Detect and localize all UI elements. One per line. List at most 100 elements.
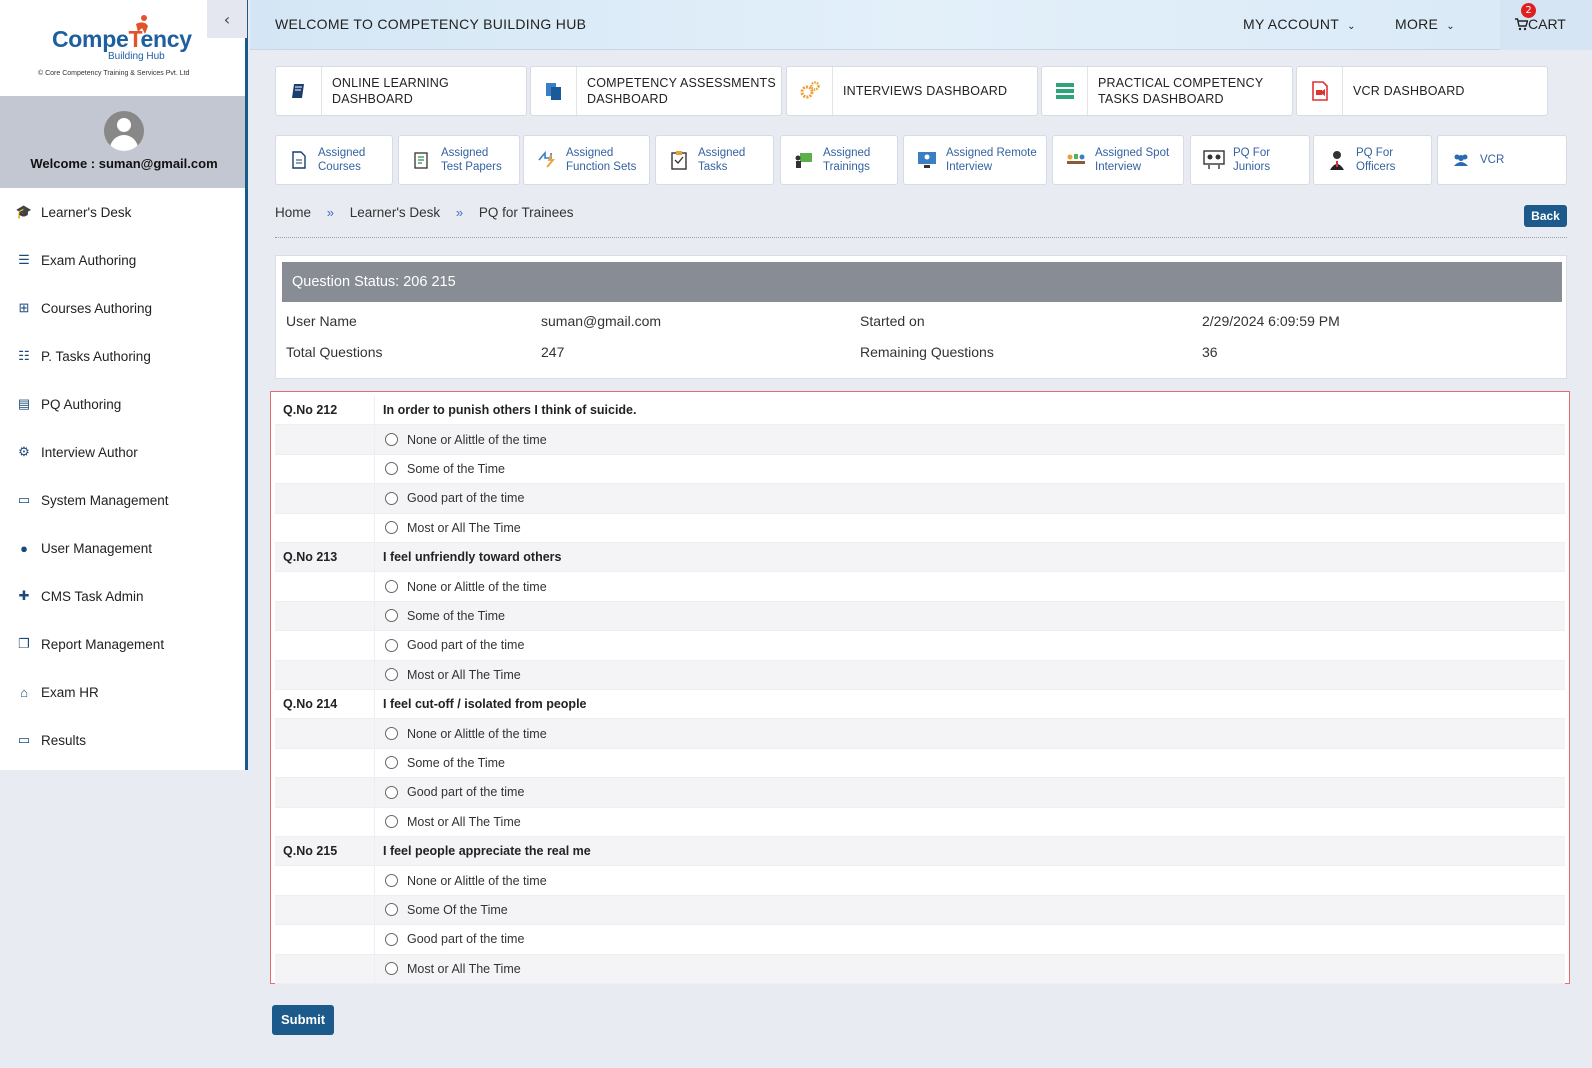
question-number-empty [275,601,375,631]
radio-button[interactable] [385,727,398,741]
submit-button[interactable]: Submit [272,1005,334,1035]
dashboard-card[interactable]: VCR DASHBOARD [1296,66,1548,116]
remote-interview-icon [916,151,938,169]
answer-option[interactable]: Good part of the time [385,778,524,806]
dashboard-label: PRACTICAL COMPETENCY TASKS DASHBOARD [1098,76,1264,106]
dashboard-card[interactable]: ONLINE LEARNING DASHBOARD [275,66,527,116]
remaining-questions-value: 36 [1202,344,1218,360]
radio-button[interactable] [385,668,398,682]
question-text: I feel unfriendly toward others [383,550,562,564]
back-button[interactable]: Back [1524,205,1567,227]
user-plus-icon: ✚ [18,588,30,603]
question-status-panel: Question Status: 206 215 User Name suman… [275,255,1567,379]
sidebar-item-pq-authoring[interactable]: ▤ PQ Authoring [0,380,245,428]
answer-option[interactable]: Most or All The Time [385,514,521,542]
sidebar-item-system-management[interactable]: ▭ System Management [0,476,245,524]
question-row: Q.No 213 I feel unfriendly toward others [275,543,1565,573]
answer-option[interactable]: Some Of the Time [385,896,508,924]
dashboard-card[interactable]: PRACTICAL COMPETENCY TASKS DASHBOARD [1041,66,1293,116]
assigned-card[interactable]: Assigned Tasks [655,135,774,185]
assigned-card[interactable]: PQ For Juniors [1190,135,1310,185]
answer-option[interactable]: Good part of the time [385,631,524,659]
header-title: WELCOME TO COMPETENCY BUILDING HUB [275,16,587,32]
radio-button[interactable] [385,491,398,505]
assigned-card[interactable]: PQ For Officers [1313,135,1432,185]
answer-option[interactable]: Most or All The Time [385,808,521,836]
radio-button[interactable] [385,462,398,476]
assigned-card[interactable]: Assigned Trainings [780,135,898,185]
option-label: Most or All The Time [407,667,521,682]
radio-button[interactable] [385,815,398,829]
remaining-questions-label: Remaining Questions [860,344,994,360]
radio-button[interactable] [385,962,398,976]
question-number-empty [275,484,375,513]
profile-panel: Welcome : suman@gmail.com [0,96,245,188]
radio-button[interactable] [385,756,398,770]
answer-option[interactable]: Some of the Time [385,749,505,777]
radio-button[interactable] [385,609,398,623]
breadcrumb-current: PQ for Trainees [478,205,574,220]
started-on-value: 2/29/2024 6:09:59 PM [1202,313,1340,329]
question-number: Q.No 214 [275,690,375,719]
sitemap-icon: ⊞ [18,300,30,315]
breadcrumb-home[interactable]: Home [275,205,311,220]
radio-button[interactable] [385,874,398,888]
sidebar-item-report-management[interactable]: ❐ Report Management [0,620,245,668]
cart-button[interactable]: CART 2 [1500,0,1592,50]
sidebar-item-courses-authoring[interactable]: ⊞ Courses Authoring [0,284,245,332]
answer-option[interactable]: Some of the Time [385,602,505,630]
radio-button[interactable] [385,638,398,652]
dashboard-label: INTERVIEWS DASHBOARD [843,84,1008,98]
list-icon: ☰ [18,252,30,267]
assigned-card[interactable]: Assigned Test Papers [398,135,520,185]
dashboard-card[interactable]: COMPETENCY ASSESSMENTS DASHBOARD [530,66,782,116]
radio-button[interactable] [385,903,398,917]
question-text: I feel cut-off / isolated from people [383,697,587,711]
radio-button[interactable] [385,580,398,594]
option-row: Some of the Time [275,454,1565,485]
question-number-empty [275,572,375,601]
question-number-empty [275,454,375,484]
sidebar-item-user-management[interactable]: ● User Management [0,524,245,572]
answer-option[interactable]: None or Alittle of the time [385,425,547,453]
my-account-menu[interactable]: MY ACCOUNT ⌄ [1243,16,1356,32]
sidebar-item-results[interactable]: ▭ Results [0,716,245,764]
answer-option[interactable]: Good part of the time [385,925,524,953]
answer-option[interactable]: None or Alittle of the time [385,719,547,747]
answer-option[interactable]: Most or All The Time [385,955,521,983]
radio-button[interactable] [385,433,398,447]
option-row: Most or All The Time [275,660,1565,690]
sidebar-item-learner-s-desk[interactable]: 🎓 Learner's Desk [0,188,245,236]
assigned-card[interactable]: Assigned Function Sets [523,135,650,185]
assigned-card[interactable]: Assigned Courses [275,135,393,185]
sidebar-item-exam-hr[interactable]: ⌂ Exam HR [0,668,245,716]
logo-subtitle: Building Hub [108,51,165,62]
breadcrumb-learners-desk[interactable]: Learner's Desk [350,205,440,220]
option-row: Most or All The Time [275,954,1565,984]
assigned-card[interactable]: Assigned Remote Interview [903,135,1047,185]
assigned-card[interactable]: Assigned Spot Interview [1052,135,1184,185]
sidebar-collapse-button[interactable]: ‹ [207,0,247,38]
answer-option[interactable]: Most or All The Time [385,661,521,689]
spot-interview-icon [1065,151,1087,169]
breadcrumb-separator: » [326,205,335,220]
question-number: Q.No 212 [275,396,375,425]
radio-button[interactable] [385,932,398,946]
more-menu[interactable]: MORE ⌄ [1395,16,1455,32]
answer-option[interactable]: Some of the Time [385,455,505,483]
sidebar-item-exam-authoring[interactable]: ☰ Exam Authoring [0,236,245,284]
sidebar-item-p-tasks-authoring[interactable]: ☷ P. Tasks Authoring [0,332,245,380]
sidebar-item-cms-task-admin[interactable]: ✚ CMS Task Admin [0,572,245,620]
assigned-label: VCR [1480,154,1505,166]
radio-button[interactable] [385,785,398,799]
radio-button[interactable] [385,521,398,535]
dashboard-card[interactable]: INTERVIEWS DASHBOARD [786,66,1038,116]
document-icon [288,151,310,169]
assigned-card[interactable]: VCR [1437,135,1567,185]
answer-option[interactable]: Good part of the time [385,484,524,512]
answer-option[interactable]: None or Alittle of the time [385,866,547,894]
sidebar-item-interview-author[interactable]: ⚙ Interview Author [0,428,245,476]
answer-option[interactable]: None or Alittle of the time [385,572,547,600]
server-icon [1042,67,1088,115]
option-row: None or Alittle of the time [275,572,1565,602]
